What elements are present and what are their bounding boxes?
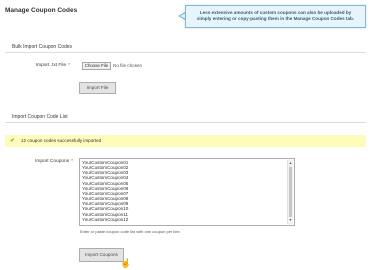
coupon-list-textarea[interactable]: YourCustomCoupon01 YourCustomCoupon02 Your… (79, 158, 295, 226)
scroll-thumb[interactable] (289, 167, 292, 217)
file-status-text: No file chosen (113, 63, 143, 68)
coupon-line: YourCustomCoupon12 (82, 216, 129, 222)
tooltip-line-2: simply entering or copy-pasting them in … (196, 16, 355, 22)
import-coupons-label: Import Coupons * (20, 159, 73, 164)
bulk-import-section-title: Bulk Import Coupon Codes (12, 44, 73, 50)
required-mark: * (71, 159, 73, 164)
import-file-label-text: Import .txt File (35, 63, 67, 68)
coupon-line: YourCustomCoupon11 (82, 211, 128, 217)
arrow-down-icon[interactable]: ▼ (288, 218, 293, 223)
section-divider (5, 122, 366, 123)
success-message-text: 12 coupon codes successfully imported (21, 138, 102, 143)
import-file-label: Import .txt File * (20, 63, 70, 68)
coupon-line: YourCustomCoupon04 (82, 175, 129, 181)
import-coupons-button[interactable]: Import Coupons (79, 248, 124, 262)
info-tooltip: Less extensive amounts of custom coupons… (185, 5, 366, 28)
code-list-section-title: Import Coupon Code List (12, 114, 68, 120)
check-icon: ✔ (10, 138, 16, 144)
arrow-up-icon[interactable]: ▲ (288, 161, 293, 166)
coupon-line: YourCustomCoupon10 (82, 206, 129, 212)
import-file-button[interactable]: Import File (79, 82, 116, 94)
success-message: ✔ 12 coupon codes successfully imported (5, 135, 366, 147)
coupon-list-hint: Enter or paste coupon code list with one… (80, 229, 181, 234)
choose-file-button[interactable]: Choose File (82, 62, 111, 70)
hand-pointer-icon: ☝ (120, 258, 132, 268)
coupon-lines: YourCustomCoupon01 YourCustomCoupon02 Your… (82, 160, 128, 222)
textarea-scrollbar[interactable]: ▲ ▼ (287, 160, 293, 224)
import-coupons-label-text: Import Coupons (34, 159, 70, 164)
page-title: Manage Coupon Codes (5, 7, 78, 14)
section-divider (5, 52, 366, 53)
required-mark: * (68, 63, 70, 68)
